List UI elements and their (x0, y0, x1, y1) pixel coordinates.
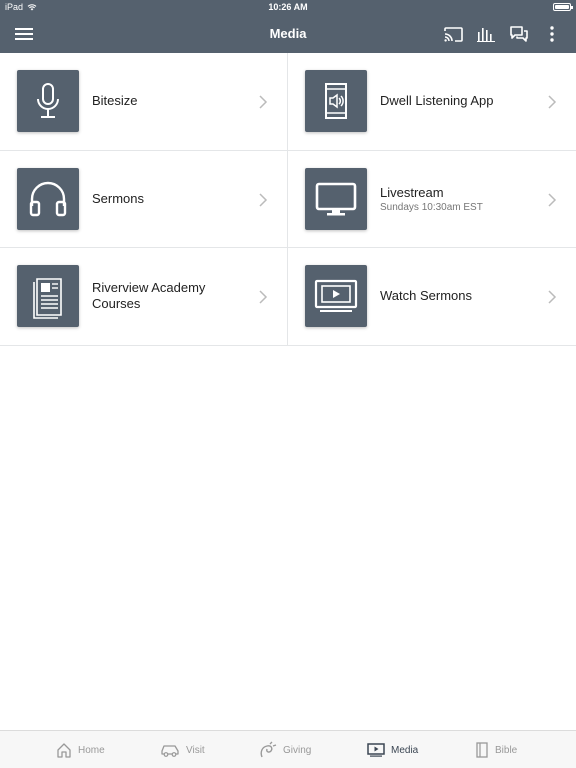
item-title: Watch Sermons (380, 288, 472, 304)
car-icon (161, 745, 179, 757)
chevron-right-icon (259, 192, 268, 207)
chevron-right-icon (548, 192, 557, 207)
cast-icon (443, 26, 463, 42)
newspaper-icon (33, 278, 62, 319)
media-row: Riverview Academy Courses Watch Sermons (0, 248, 576, 346)
microphone-icon (37, 83, 59, 118)
status-bar: iPad 10:26 AM (0, 0, 576, 15)
chevron-right-icon (259, 95, 268, 109)
chat-button[interactable] (506, 21, 532, 47)
home-icon (57, 743, 71, 758)
tab-label: Media (391, 744, 419, 756)
tab-media[interactable]: Media (367, 731, 418, 768)
tile (17, 265, 79, 327)
tab-bar: Home Visit Giving Media Bible (0, 730, 576, 768)
item-title: Riverview Academy Courses (92, 280, 206, 312)
media-icon (367, 743, 385, 757)
tab-home[interactable]: Home (56, 731, 105, 768)
monitor-icon (315, 182, 357, 215)
media-row: Bitesize Dwell Listening App (0, 53, 576, 151)
tile (17, 70, 79, 132)
tab-label: Visit (186, 744, 205, 756)
media-item-livestream[interactable]: Livestream Sundays 10:30am EST (288, 151, 576, 248)
media-item-bitesize[interactable]: Bitesize (0, 53, 288, 150)
media-grid: Bitesize Dwell Listening App Sermons Liv… (0, 53, 576, 346)
item-title: Dwell Listening App (380, 93, 494, 109)
battery-icon (553, 3, 573, 11)
media-item-riverview-academy-courses[interactable]: Riverview Academy Courses (0, 248, 288, 345)
tab-label: Bible (495, 744, 518, 756)
chevron-right-icon (259, 290, 268, 304)
chat-icon (510, 26, 528, 42)
item-title: Sermons (92, 190, 145, 206)
item-text: Bitesize (92, 53, 252, 150)
item-title: Bitesize (92, 93, 138, 109)
status-time: 10:26 AM (268, 2, 308, 12)
tab-visit[interactable]: Visit (160, 731, 205, 768)
media-row: Sermons Livestream Sundays 10:30am EST (0, 150, 576, 248)
giving-icon (260, 741, 277, 758)
video-play-icon (314, 279, 358, 312)
tile (305, 70, 367, 132)
item-text: Dwell Listening App (380, 53, 540, 150)
headphones-icon (29, 181, 67, 216)
item-text: Watch Sermons (380, 248, 540, 345)
item-subtitle: Sundays 10:30am EST (380, 201, 483, 213)
tab-bible[interactable]: Bible (475, 731, 517, 768)
media-item-dwell-listening-app[interactable]: Dwell Listening App (288, 53, 576, 150)
tile (17, 167, 79, 230)
nav-bar: Media (0, 15, 576, 53)
audio-book-icon (325, 83, 347, 119)
status-right (553, 3, 573, 11)
equalizer-icon (477, 27, 495, 42)
item-text: Riverview Academy Courses (92, 248, 252, 345)
item-text: Sermons (92, 151, 252, 248)
media-item-watch-sermons[interactable]: Watch Sermons (288, 248, 576, 345)
cast-button[interactable] (440, 21, 466, 47)
tab-label: Giving (283, 744, 312, 756)
tile (305, 265, 367, 327)
item-text: Livestream Sundays 10:30am EST (380, 151, 540, 248)
equalizer-button[interactable] (473, 21, 499, 47)
more-vertical-icon (550, 26, 554, 42)
tab-giving[interactable]: Giving (259, 731, 311, 768)
tile (305, 167, 367, 230)
tab-label: Home (78, 744, 105, 756)
chevron-right-icon (548, 290, 557, 304)
item-title: Livestream (380, 184, 444, 200)
more-button[interactable] (539, 21, 565, 47)
bible-icon (476, 742, 488, 758)
chevron-right-icon (548, 95, 557, 109)
media-item-sermons[interactable]: Sermons (0, 150, 288, 248)
